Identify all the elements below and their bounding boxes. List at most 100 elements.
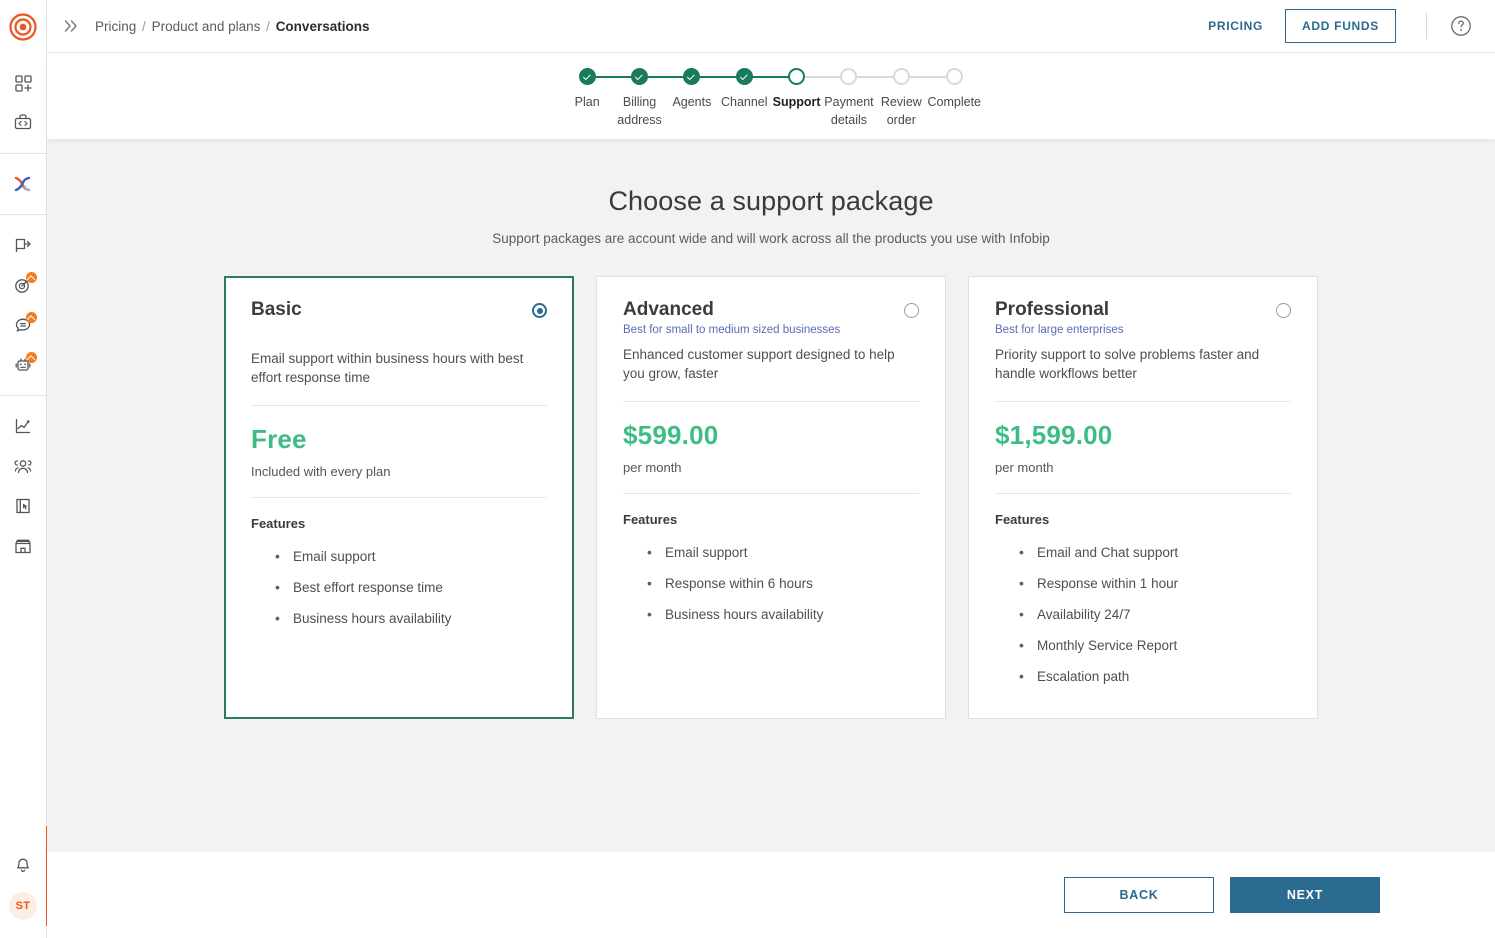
breadcrumb-separator: /	[142, 18, 146, 34]
add-funds-button[interactable]: ADD FUNDS	[1285, 9, 1396, 43]
package-price: $599.00	[623, 420, 719, 450]
sidebar-item-broadcast[interactable]	[0, 225, 47, 265]
stepper-step-agents[interactable]: Agents	[666, 68, 745, 129]
package-price: Free	[251, 424, 307, 454]
breadcrumb-separator: /	[266, 18, 270, 34]
package-card-basic[interactable]: Basic Email support within business hours…	[224, 276, 574, 719]
stepper-dot	[892, 68, 910, 85]
stepper-steps: Plan Billing address Agents Channel Support Pa…	[561, 68, 981, 129]
rail-group-1	[0, 53, 47, 153]
breadcrumb-item-pricing[interactable]: Pricing	[95, 19, 136, 34]
people-icon	[14, 460, 32, 474]
conversations-icon	[14, 176, 31, 192]
breadcrumb-item-product-and-plans[interactable]: Product and plans	[152, 19, 261, 34]
apps-add-icon	[15, 75, 32, 92]
sidebar-item-conversations[interactable]	[0, 164, 47, 204]
stepper-step-plan[interactable]: Plan	[561, 68, 640, 129]
left-navigation-rail: ST	[0, 0, 49, 938]
stepper-dot	[631, 68, 649, 85]
support-package-list: Basic Email support within business hours…	[47, 276, 1495, 719]
sidebar-item-people[interactable]	[0, 446, 47, 486]
divider	[995, 493, 1291, 494]
stepper-label: Agents	[672, 95, 712, 109]
package-best-for: Best for small to medium sized businesse…	[623, 324, 841, 336]
storefront-icon	[15, 539, 31, 554]
features-heading: Features	[251, 516, 306, 531]
package-feature-list: Email supportResponse within 6 hoursBusi…	[623, 537, 919, 630]
bell-icon	[17, 858, 29, 872]
stepper-label: Complete	[927, 95, 982, 109]
feature-item: Monthly Service Report	[995, 630, 1291, 661]
header-actions: PRICING ADD FUNDS	[1194, 9, 1473, 43]
header-divider	[1426, 13, 1427, 39]
notification-badge	[25, 272, 37, 283]
package-card-professional[interactable]: Professional Best for large enterprises Pr…	[968, 276, 1318, 719]
stepper-dot	[788, 68, 806, 85]
help-button[interactable]	[1449, 14, 1473, 38]
forms-icon	[16, 498, 30, 514]
sidebar-item-analyze[interactable]	[0, 406, 47, 446]
package-name: Basic	[251, 299, 302, 320]
package-radio-advanced[interactable]	[904, 303, 919, 318]
developer-tools-icon	[14, 114, 32, 130]
next-button[interactable]: NEXT	[1230, 877, 1380, 913]
divider	[623, 401, 919, 402]
divider	[251, 405, 547, 406]
notifications-button[interactable]	[0, 846, 47, 886]
infobip-target-logo-icon	[9, 12, 37, 41]
page-subtitle: Support packages are account wide and wi…	[492, 231, 1050, 246]
package-card-header: Basic	[251, 299, 547, 321]
stepper-inner: Plan Billing address Agents Channel Support Pa…	[561, 54, 981, 139]
sidebar-item-apps-add[interactable]	[0, 63, 47, 103]
stepper-label: Payment details	[824, 95, 874, 127]
package-radio-basic[interactable]	[532, 303, 547, 318]
features-heading: Features	[995, 512, 1050, 527]
app-logo[interactable]	[0, 0, 47, 53]
sidebar-item-storefront[interactable]	[0, 526, 47, 566]
stepper-step-review-order[interactable]: Review order	[875, 68, 954, 129]
stepper-step-payment-details[interactable]: Payment details	[823, 68, 902, 129]
analyze-chart-icon	[15, 418, 31, 434]
checkout-stepper: Plan Billing address Agents Channel Support Pa…	[47, 54, 1495, 139]
feature-item: Email support	[623, 537, 919, 568]
stepper-step-billing-address[interactable]: Billing address	[613, 68, 692, 129]
stepper-step-complete[interactable]: Complete	[927, 68, 982, 129]
page-title: Choose a support package	[608, 186, 934, 216]
stepper-dot	[578, 68, 596, 85]
divider	[251, 497, 547, 498]
package-description: Enhanced customer support designed to he…	[623, 347, 895, 381]
package-price: $1,599.00	[995, 420, 1113, 450]
feature-item: Business hours availability	[251, 603, 547, 634]
breadcrumb: Pricing / Product and plans / Conversati…	[95, 19, 369, 34]
package-description: Email support within business hours with…	[251, 351, 524, 385]
breadcrumb-current: Conversations	[275, 18, 370, 34]
sidebar-item-developer-tools[interactable]	[0, 103, 47, 143]
stepper-step-channel[interactable]: Channel	[718, 68, 797, 129]
stepper-step-support[interactable]: Support	[770, 68, 849, 129]
rail-group-3	[0, 215, 47, 395]
rail-group-4	[0, 396, 47, 576]
sidebar-item-chat[interactable]	[0, 305, 47, 345]
package-feature-list: Email and Chat supportResponse within 1 …	[995, 537, 1291, 692]
user-avatar-button[interactable]: ST	[0, 886, 47, 926]
package-card-header: Professional	[995, 299, 1291, 321]
expand-sidebar-button[interactable]	[47, 0, 95, 53]
stepper-dot	[735, 68, 753, 85]
chevron-double-right-icon	[64, 20, 77, 32]
stepper-label: Review order	[880, 95, 922, 127]
feature-item: Business hours availability	[623, 599, 919, 630]
package-best-for: Best for large enterprises	[995, 324, 1124, 336]
rail-group-2	[0, 154, 47, 214]
feature-item: Escalation path	[995, 661, 1291, 692]
notification-badge	[25, 312, 37, 323]
package-card-advanced[interactable]: Advanced Best for small to medium sized b…	[596, 276, 946, 719]
broadcast-icon	[15, 238, 31, 253]
sidebar-item-answers-bot[interactable]	[0, 345, 47, 385]
sidebar-item-moments[interactable]	[0, 265, 47, 305]
sidebar-item-forms[interactable]	[0, 486, 47, 526]
pricing-link[interactable]: PRICING	[1194, 11, 1277, 41]
package-radio-professional[interactable]	[1276, 303, 1291, 318]
package-price-note: per month	[995, 460, 1054, 475]
package-card-header: Advanced	[623, 299, 919, 321]
back-button[interactable]: BACK	[1064, 877, 1214, 913]
